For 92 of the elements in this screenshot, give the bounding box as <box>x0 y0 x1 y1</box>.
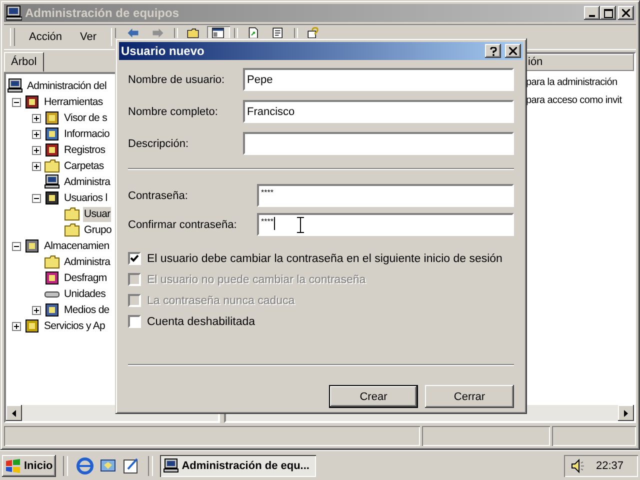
computer-icon <box>6 5 22 21</box>
field-label: Nombre completo: <box>128 106 219 118</box>
windows-flag-icon <box>5 458 21 473</box>
tree-item[interactable]: Medios de <box>63 302 110 318</box>
speaker-icon[interactable] <box>570 458 586 474</box>
tree-item[interactable]: Unidades <box>63 286 107 302</box>
close-dialog-button[interactable]: Cerrar <box>425 385 514 408</box>
folder-icon <box>64 206 80 222</box>
check-icon <box>130 254 139 263</box>
tree-item[interactable]: Usuarios l <box>63 190 108 206</box>
close-button[interactable] <box>505 44 521 58</box>
create-button[interactable]: Crear <box>329 385 418 408</box>
expand-toggle-icon[interactable] <box>12 322 21 330</box>
input-field[interactable]: Francisco <box>243 100 514 123</box>
scroll-left-button[interactable] <box>6 405 22 422</box>
left-arrow-icon <box>12 410 16 417</box>
help-icon <box>307 27 320 39</box>
folder-icon <box>44 158 60 174</box>
expand-toggle-icon[interactable] <box>32 162 41 170</box>
tree-node-icon <box>44 190 60 206</box>
folder-icon <box>187 27 200 39</box>
window-title: Administración de equipos <box>25 6 180 20</box>
folder-icon <box>64 222 80 238</box>
maximize-icon <box>604 8 612 18</box>
close-icon <box>622 9 630 17</box>
tree-item[interactable]: Administra <box>63 254 112 270</box>
tree-item[interactable]: Visor de s <box>63 110 108 126</box>
computer-icon <box>7 78 23 94</box>
right-arrow-icon <box>624 410 628 417</box>
tree-item[interactable]: Herramientas <box>43 94 104 110</box>
dialog-title: Usuario nuevo <box>121 44 204 58</box>
tree-item[interactable]: Grupo <box>83 222 112 238</box>
help-button[interactable] <box>485 44 501 58</box>
tree-item[interactable]: Administración del <box>26 78 108 94</box>
expand-toggle-icon[interactable] <box>32 306 41 314</box>
scroll-right-button[interactable] <box>618 405 634 422</box>
tree-item[interactable]: Usuar <box>83 206 112 222</box>
collapse-toggle-icon[interactable] <box>32 194 41 202</box>
window-icon <box>212 27 224 39</box>
text-cursor-icon <box>297 217 304 233</box>
collapse-toggle-icon[interactable] <box>12 242 21 250</box>
computer-icon <box>44 174 60 190</box>
password-field[interactable]: **** <box>257 184 514 207</box>
tree-node-icon <box>44 110 60 126</box>
computer-icon <box>162 458 179 474</box>
checkbox-label: El usuario no puede cambiar la contraseña <box>147 274 366 286</box>
tree-item[interactable]: Administra <box>63 174 112 190</box>
checkbox[interactable] <box>128 315 141 328</box>
tree-node-icon <box>24 94 40 110</box>
tree-item[interactable]: Informacio <box>63 126 111 142</box>
checkbox[interactable] <box>128 252 141 265</box>
tree-item[interactable]: Desfragm <box>63 270 108 286</box>
expand-toggle-icon[interactable] <box>32 146 41 154</box>
start-button[interactable]: Inicio <box>2 454 56 477</box>
tree-tab[interactable]: Árbol <box>4 52 44 72</box>
forward-arrow-icon <box>152 27 164 39</box>
minimize-button[interactable] <box>584 6 600 20</box>
tree-node-icon <box>44 126 60 142</box>
tree-node-icon <box>44 270 60 286</box>
field-label: Descripción: <box>128 138 190 150</box>
tree-node-icon <box>24 318 40 334</box>
tree-item[interactable]: Registros <box>63 142 106 158</box>
toolbar-grip <box>10 28 15 46</box>
input-field[interactable]: Pepe <box>243 68 514 91</box>
tree-item[interactable]: Almacenamien <box>43 238 110 254</box>
list-page-icon <box>272 27 284 39</box>
checkbox-label: La contraseña nunca caduca <box>147 294 295 306</box>
field-label: Contraseña: <box>128 190 189 202</box>
page-arrow-icon <box>247 27 260 39</box>
folder-icon <box>44 254 60 270</box>
maximize-button[interactable] <box>600 6 616 20</box>
checkbox-label: El usuario debe cambiar la contraseña en el siguiente inicio de sesión <box>147 252 502 264</box>
tree-item[interactable]: Carpetas <box>63 158 105 174</box>
checkbox-label: Cuenta deshabilitada <box>147 316 256 328</box>
question-mark-icon <box>490 46 496 56</box>
clock: 22:37 <box>596 460 624 472</box>
input-field[interactable] <box>243 132 514 155</box>
collapse-toggle-icon[interactable] <box>12 98 21 106</box>
tree-node-icon <box>44 142 60 158</box>
password-field[interactable]: **** <box>257 213 514 236</box>
field-label: Confirmar contraseña: <box>128 218 238 230</box>
expand-toggle-icon[interactable] <box>32 130 41 138</box>
tree-node-icon <box>44 302 60 318</box>
tree-node-icon <box>24 238 40 254</box>
field-label: Nombre de usuario: <box>128 74 226 86</box>
expand-toggle-icon[interactable] <box>32 114 41 122</box>
back-arrow-icon <box>127 27 140 39</box>
close-button[interactable] <box>618 6 634 20</box>
tree-item[interactable]: Servicios y Ap <box>43 318 106 334</box>
close-icon <box>509 47 517 55</box>
taskbar-button[interactable]: Administración de equ... <box>160 454 316 477</box>
column-header[interactable]: ión <box>525 54 634 71</box>
